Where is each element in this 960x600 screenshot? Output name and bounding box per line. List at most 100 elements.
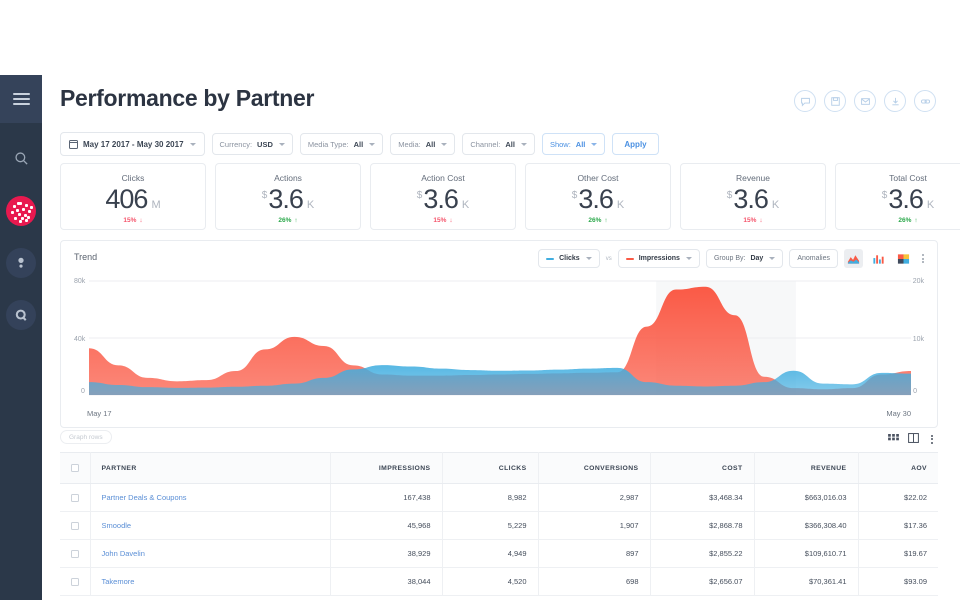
cell-clicks: 8,982 [442, 484, 538, 512]
kpi-delta: 26%↑ [898, 217, 917, 224]
kpi-unit: K [462, 199, 469, 211]
table-row[interactable]: John Davelin38,9294,949897$2,855.22$109,… [60, 540, 938, 568]
anomalies-button[interactable]: Anomalies [789, 249, 838, 268]
channel-filter[interactable]: Channel: All [462, 133, 535, 155]
kpi-delta: 15%↓ [123, 217, 142, 224]
more-options-icon[interactable] [928, 435, 936, 444]
magnifier-icon [6, 300, 36, 330]
kpi-card-actions[interactable]: Actions$3.6K26%↑ [215, 163, 361, 230]
group-by-selector[interactable]: Group By: Day [706, 249, 783, 268]
kpi-currency: $ [727, 190, 733, 201]
table-row[interactable]: Partner Deals & Coupons167,4388,9822,987… [60, 484, 938, 512]
more-options-icon[interactable] [919, 254, 927, 263]
graph-rows-button[interactable]: Graph rows [60, 430, 112, 444]
row-checkbox[interactable] [71, 522, 79, 530]
table-header-impressions[interactable]: IMPRESSIONS [330, 453, 442, 484]
media-type-label: Media Type: [308, 140, 349, 149]
row-checkbox[interactable] [71, 494, 79, 502]
save-icon[interactable] [824, 90, 846, 112]
row-checkbox[interactable] [71, 578, 79, 586]
select-all-checkbox[interactable] [71, 464, 79, 472]
table-header-cost[interactable]: COST [650, 453, 754, 484]
search-icon [14, 151, 29, 171]
kpi-label: Total Cost [889, 173, 927, 183]
sidebar-item-query[interactable] [0, 293, 42, 337]
partner-link[interactable]: Smoodle [102, 521, 132, 530]
cell-impressions: 45,968 [330, 512, 442, 540]
cell-cost: $3,468.34 [650, 484, 754, 512]
email-icon[interactable] [854, 90, 876, 112]
kpi-value-row: $3.6K [417, 184, 469, 215]
kpi-currency: $ [262, 190, 268, 201]
cell-conversions: 698 [538, 568, 650, 596]
partner-link[interactable]: Partner Deals & Coupons [102, 493, 187, 502]
chevron-down-icon [521, 143, 527, 146]
sidebar-item-search[interactable] [0, 139, 42, 183]
grid-view-icon[interactable] [888, 430, 899, 448]
sidebar-item-profile[interactable] [0, 241, 42, 285]
sidebar-item-brand[interactable] [0, 189, 42, 233]
table-row[interactable]: Smoodle45,9685,2291,907$2,868.78$366,308… [60, 512, 938, 540]
row-checkbox-cell [60, 540, 90, 568]
table-header-clicks[interactable]: CLICKS [442, 453, 538, 484]
vs-label: vs [606, 256, 612, 262]
row-checkbox-cell [60, 484, 90, 512]
metric-a-selector[interactable]: Clicks [538, 249, 600, 268]
kpi-card-total-cost[interactable]: Total Cost$3.6K26%↑ [835, 163, 960, 230]
trend-panel: Trend Clicks vs Impressions Group By: Da… [60, 240, 938, 428]
column-view-icon[interactable] [908, 430, 919, 448]
kpi-card-clicks[interactable]: Clicks406 M 15%↓ [60, 163, 206, 230]
kpi-value-row: $3.6K [262, 184, 314, 215]
kpi-delta-value: 15% [123, 217, 136, 224]
kpi-label: Clicks [122, 173, 145, 183]
kpi-value: 406 [105, 184, 147, 215]
show-filter[interactable]: Show: All [542, 133, 605, 155]
chevron-down-icon [369, 143, 375, 146]
metric-a-label: Clicks [559, 255, 580, 262]
filter-bar: May 17 2017 - May 30 2017 Currency: USD … [60, 132, 659, 156]
media-type-filter[interactable]: Media Type: All [300, 133, 383, 155]
row-checkbox[interactable] [71, 550, 79, 558]
kpi-value: 3.6 [268, 184, 303, 215]
partner-link[interactable]: John Davelin [102, 549, 145, 558]
kpi-card-revenue[interactable]: Revenue$3.6K15%↓ [680, 163, 826, 230]
metric-b-selector[interactable]: Impressions [618, 249, 700, 268]
series-color-swatch-clicks [546, 258, 554, 260]
date-range-filter[interactable]: May 17 2017 - May 30 2017 [60, 132, 205, 156]
kpi-currency: $ [882, 190, 888, 201]
menu-hamburger-button[interactable] [0, 75, 42, 123]
kpi-unit: M [151, 199, 160, 211]
link-icon[interactable] [914, 90, 936, 112]
apply-button[interactable]: Apply [612, 133, 658, 155]
cell-aov: $22.02 [858, 484, 938, 512]
kpi-label: Other Cost [577, 173, 618, 183]
cell-partner: Partner Deals & Coupons [90, 484, 330, 512]
media-type-value: All [354, 140, 364, 149]
trend-arrow-icon: ↓ [449, 217, 452, 224]
group-by-value: Day [750, 255, 763, 262]
table-header-conversions[interactable]: CONVERSIONS [538, 453, 650, 484]
media-filter[interactable]: Media: All [390, 133, 455, 155]
left-axis-tick-40k: 40k [74, 336, 85, 343]
cell-revenue: $70,361.41 [754, 568, 858, 596]
right-axis-tick-20k: 20k [913, 278, 924, 285]
show-value: All [576, 140, 586, 149]
currency-filter[interactable]: Currency: USD [212, 133, 293, 155]
bar-chart-icon[interactable] [869, 249, 888, 268]
table-header-partner[interactable]: PARTNER [90, 453, 330, 484]
table-header-revenue[interactable]: REVENUE [754, 453, 858, 484]
kpi-card-action-cost[interactable]: Action Cost$3.6K15%↓ [370, 163, 516, 230]
partner-link[interactable]: Takemore [102, 577, 135, 586]
table-header-aov[interactable]: AOV [858, 453, 938, 484]
area-chart-icon[interactable] [844, 249, 863, 268]
kpi-label: Action Cost [421, 173, 464, 183]
kpi-unit: K [617, 199, 624, 211]
download-icon[interactable] [884, 90, 906, 112]
kpi-card-other-cost[interactable]: Other Cost$3.6K26%↑ [525, 163, 671, 230]
logo-icon [6, 196, 36, 226]
stacked-chart-icon[interactable] [894, 249, 913, 268]
comment-icon[interactable] [794, 90, 816, 112]
table-row[interactable]: Takemore38,0444,520698$2,656.07$70,361.4… [60, 568, 938, 596]
row-checkbox-cell [60, 568, 90, 596]
chevron-down-icon [586, 257, 592, 260]
